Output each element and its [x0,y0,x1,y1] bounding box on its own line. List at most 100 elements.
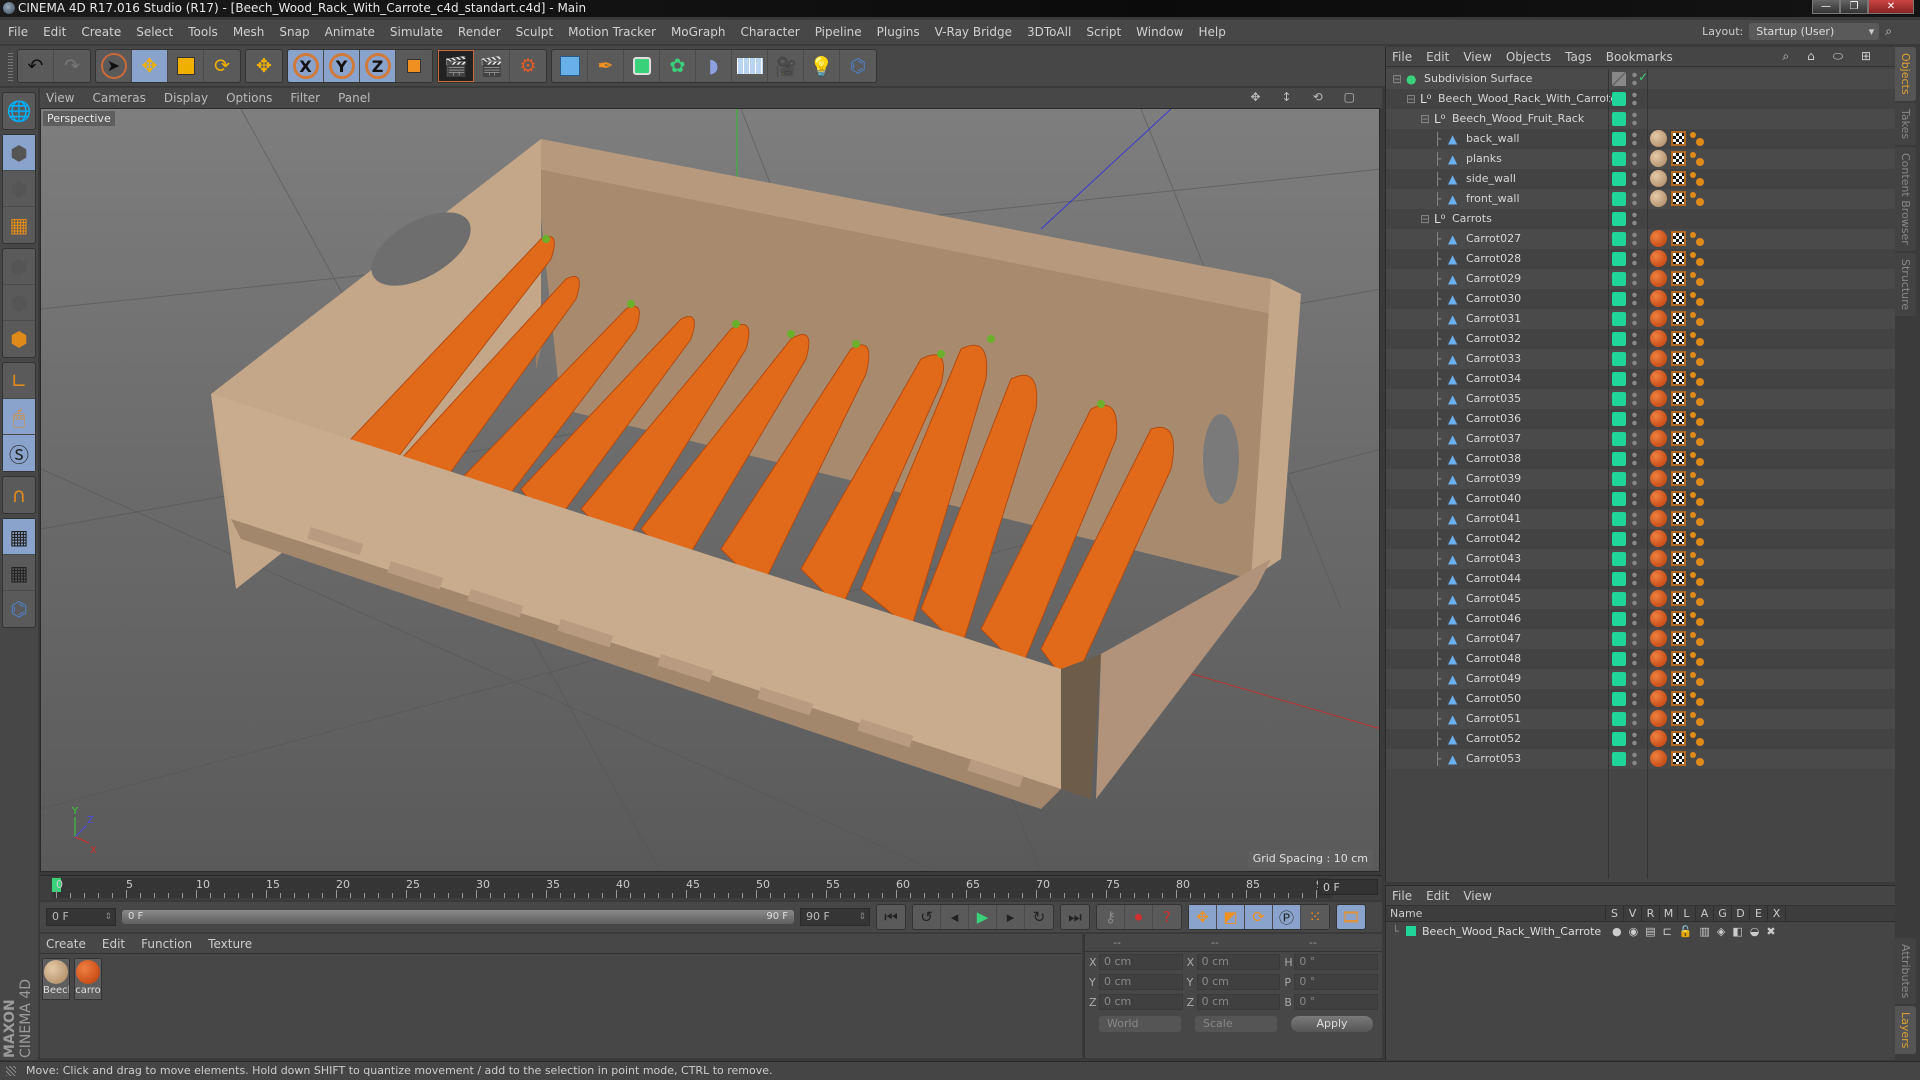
visibility-dots-icon[interactable] [1632,311,1637,327]
tweak-mode-icon[interactable]: 🖱 [3,399,35,435]
object-menu-bookmarks[interactable]: Bookmarks [1606,50,1673,64]
object-row[interactable]: ├ ▲ Carrot052 [1386,729,1896,749]
phong-tag-icon[interactable] [1690,231,1704,246]
object-name[interactable]: Carrot044 [1466,569,1521,589]
layer-color-icon[interactable] [1612,472,1626,486]
menu-mesh[interactable]: Mesh [233,25,265,39]
phong-tag-icon[interactable] [1690,711,1704,726]
next-frame-icon[interactable]: ▸ [997,905,1025,929]
layer-menu-edit[interactable]: Edit [1426,889,1449,903]
layer-color-icon[interactable] [1612,292,1626,306]
coordinate-system-icon[interactable] [396,50,432,82]
layer-color-icon[interactable] [1612,572,1626,586]
tab-content-browser[interactable]: Content Browser [1895,146,1916,251]
material-tag-icon[interactable] [1650,450,1667,467]
coordinate-mode-dropdown[interactable]: World [1099,1016,1181,1032]
object-row[interactable]: ├ ▲ Carrot045 [1386,589,1896,609]
floor-icon[interactable] [732,50,768,82]
layer-color-icon[interactable] [1612,732,1626,746]
python-icon[interactable]: ⌬ [3,591,35,627]
render-settings-icon[interactable]: ⚙ [510,50,546,82]
object-name[interactable]: Carrot046 [1466,609,1521,629]
object-row[interactable]: ├ ▲ Carrot053 [1386,749,1896,769]
visibility-dots-icon[interactable] [1632,431,1637,447]
minimize-button[interactable]: — [1812,0,1840,14]
object-name[interactable]: Carrot041 [1466,509,1521,529]
object-name[interactable]: Carrot050 [1466,689,1521,709]
menu-character[interactable]: Character [740,25,799,39]
phong-tag-icon[interactable] [1690,491,1704,506]
object-row[interactable]: ├ ▲ Carrot051 [1386,709,1896,729]
object-row[interactable]: ├ ▲ Carrot047 [1386,629,1896,649]
material-tag-icon[interactable] [1650,650,1667,667]
phong-tag-icon[interactable] [1690,351,1704,366]
x-axis-icon[interactable]: X [288,50,324,82]
tab-layers[interactable]: Layers [1895,1006,1916,1055]
camera-label[interactable]: Perspective [43,111,115,126]
go-to-start-icon[interactable]: ⏮ [877,905,905,929]
tab-structure[interactable]: Structure [1895,252,1916,316]
current-frame-field[interactable]: 0 F [1318,879,1378,895]
material-carrot[interactable]: carro [74,958,102,1000]
visibility-dots-icon[interactable] [1632,451,1637,467]
object-name[interactable]: Carrot043 [1466,549,1521,569]
material-tag-icon[interactable] [1650,690,1667,707]
object-row[interactable]: ├ ▲ Carrot035 [1386,389,1896,409]
layer-flags[interactable]: ●◉▤⊏🔓▥◈◧◒✖ [1612,925,1783,938]
layer-color-icon[interactable] [1612,92,1626,106]
object-row[interactable]: ⊟ L⁰ Beech_Wood_Rack_With_Carrote [1386,89,1896,109]
material-beech[interactable]: Beecl [42,958,70,1000]
material-tag-icon[interactable] [1650,670,1667,687]
menu-3dtoall[interactable]: 3DToAll [1027,25,1071,39]
polygons-mode-icon[interactable]: ⬢ [3,321,35,357]
z-axis-icon[interactable]: Z [360,50,396,82]
previous-frame-icon[interactable]: ◂ [941,905,969,929]
visibility-dots-icon[interactable] [1632,231,1637,247]
uvw-tag-icon[interactable] [1671,691,1686,706]
phong-tag-icon[interactable] [1690,611,1704,626]
visibility-dots-icon[interactable] [1632,411,1637,427]
size-x-field[interactable]: 0 cm [1196,954,1281,970]
object-menu-objects[interactable]: Objects [1506,50,1551,64]
visibility-dots-icon[interactable] [1632,631,1637,647]
layer-color-icon[interactable] [1612,332,1626,346]
search-icon[interactable]: ⌕ [1885,24,1892,39]
phong-tag-icon[interactable] [1690,631,1704,646]
object-row[interactable]: ⊟ L⁰ Carrots [1386,209,1896,229]
layer-toggle-icon[interactable] [1612,72,1626,86]
tab-attributes[interactable]: Attributes [1895,937,1916,1004]
material-tag-icon[interactable] [1650,390,1667,407]
viewport-menu-filter[interactable]: Filter [290,91,320,105]
frame-range-slider[interactable]: 0 F 90 F [122,910,794,924]
menu-render[interactable]: Render [458,25,501,39]
layer-color-icon[interactable] [1612,212,1626,226]
uvw-tag-icon[interactable] [1671,731,1686,746]
uvw-tag-icon[interactable] [1671,191,1686,206]
phong-tag-icon[interactable] [1690,531,1704,546]
object-name[interactable]: Beech_Wood_Rack_With_Carrote [1438,89,1617,109]
menu-script[interactable]: Script [1086,25,1121,39]
layer-menu-view[interactable]: View [1463,889,1491,903]
record-keys-icon[interactable]: ⚷ [1097,905,1125,929]
home-icon[interactable]: ⌂ [1807,49,1819,63]
layer-color-icon[interactable] [1612,512,1626,526]
object-name[interactable]: Carrot028 [1466,249,1521,269]
uvw-tag-icon[interactable] [1671,611,1686,626]
layer-color-icon[interactable] [1612,392,1626,406]
material-tag-icon[interactable] [1650,270,1667,287]
collapse-icon[interactable]: ⊟ [1406,92,1416,106]
object-row[interactable]: ├ ▲ Carrot030 [1386,289,1896,309]
object-name[interactable]: Carrot040 [1466,489,1521,509]
menu-file[interactable]: File [8,25,28,39]
scale-key-icon[interactable]: ◩ [1217,905,1245,929]
axis-mode-icon[interactable]: ∟ [3,363,35,399]
material-tag-icon[interactable] [1650,250,1667,267]
layer-color-icon[interactable] [1612,152,1626,166]
object-name[interactable]: Carrot037 [1466,429,1521,449]
material-tag-icon[interactable] [1650,430,1667,447]
previous-key-icon[interactable]: ↺ [913,905,941,929]
phong-tag-icon[interactable] [1690,251,1704,266]
layer-color-icon[interactable] [1612,452,1626,466]
point-level-key-icon[interactable]: ⁙ [1301,905,1329,929]
make-editable-icon[interactable]: 🌐 [3,93,35,129]
